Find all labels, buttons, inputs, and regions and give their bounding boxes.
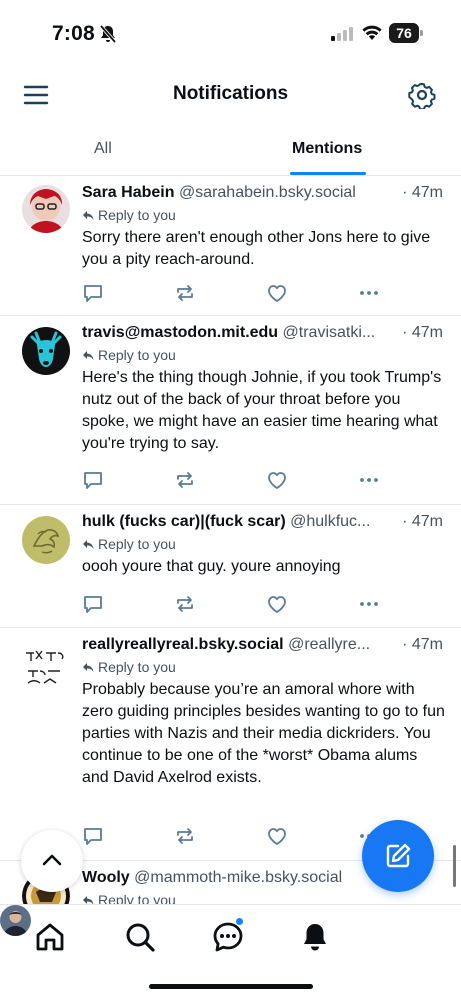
heart-icon[interactable]: [266, 825, 288, 847]
page-title: Notifications: [172, 83, 289, 104]
reply-arrow-icon: [83, 540, 94, 549]
heart-icon[interactable]: [266, 469, 288, 491]
post-timestamp: · 47m: [398, 511, 443, 533]
notifications-feed[interactable]: Sara Habein @sarahabein.bsky.social Repl…: [0, 177, 461, 904]
scrollbar[interactable]: [453, 845, 456, 887]
reply-arrow-icon: [83, 896, 94, 904]
reply-indicator: Reply to you: [82, 344, 448, 366]
avatar[interactable]: [22, 327, 70, 375]
reply-arrow-icon: [83, 351, 94, 360]
battery-tip: [420, 30, 423, 36]
scroll-to-top-button[interactable]: [21, 830, 83, 892]
reply-label: Reply to you: [98, 207, 176, 223]
chevron-up-icon: [42, 854, 62, 866]
post-actions: [82, 825, 382, 849]
status-bar: 7:08 76: [0, 0, 461, 68]
more-options-icon[interactable]: [358, 469, 380, 491]
avatar[interactable]: [22, 185, 70, 233]
reply-label: Reply to you: [98, 347, 176, 363]
post-actions: [82, 593, 382, 617]
reply-indicator: Reply to you: [82, 656, 448, 678]
hamburger-icon[interactable]: [22, 82, 50, 108]
post-body: hulk (fucks car)|(fuck scar) @hulkfuc...…: [82, 511, 448, 578]
post-time: 47m: [411, 636, 443, 653]
reply-arrow-icon: [83, 663, 94, 672]
home-indicator: [149, 984, 313, 989]
post-timestamp: · 47m: [398, 182, 443, 204]
reply-indicator: Reply to you: [82, 204, 448, 226]
author-name[interactable]: hulk (fucks car)|(fuck scar): [82, 513, 286, 530]
post-header: reallyreallyreal.bsky.social @reallyre..…: [82, 634, 448, 656]
compose-post-button[interactable]: [362, 820, 434, 892]
heart-icon[interactable]: [266, 593, 288, 615]
tab-all[interactable]: All: [94, 140, 112, 158]
more-options-icon[interactable]: [358, 593, 380, 615]
post-time: 47m: [411, 324, 443, 341]
bell-off-icon: [99, 24, 117, 44]
author-name[interactable]: reallyreallyreal.bsky.social: [82, 636, 284, 653]
search-icon[interactable]: [124, 921, 156, 953]
post-timestamp: · 47m: [398, 634, 443, 656]
heart-icon[interactable]: [266, 282, 288, 304]
author-name[interactable]: Wooly: [82, 869, 130, 886]
wifi-icon: [362, 25, 382, 40]
notification-item[interactable]: hulk (fucks car)|(fuck scar) @hulkfuc...…: [0, 506, 461, 628]
post-time: 47m: [411, 513, 443, 530]
gear-icon[interactable]: [408, 81, 436, 109]
reply-icon[interactable]: [82, 593, 104, 615]
reply-arrow-icon: [83, 211, 94, 220]
tab-bar: All Mentions: [0, 128, 461, 176]
battery-indicator: 76: [389, 23, 423, 43]
battery-level: 76: [389, 23, 419, 43]
post-actions: [82, 282, 382, 306]
author-name[interactable]: travis@mastodon.mit.edu: [82, 324, 278, 341]
post-header: Sara Habein @sarahabein.bsky.social: [82, 182, 448, 204]
reply-label: Reply to you: [98, 659, 176, 675]
profile-avatar[interactable]: [0, 905, 31, 936]
reply-label: Reply to you: [98, 892, 176, 904]
reply-label: Reply to you: [98, 536, 176, 552]
author-name[interactable]: Sara Habein: [82, 184, 174, 201]
repost-icon[interactable]: [174, 469, 196, 491]
home-icon[interactable]: [34, 921, 66, 953]
author-handle[interactable]: @mammoth-mike.bsky.social: [134, 869, 342, 886]
header: Notifications: [0, 72, 461, 118]
post-text: Probably because you’re an amoral whore …: [82, 681, 445, 786]
compose-icon: [386, 843, 411, 868]
bell-icon[interactable]: [299, 921, 331, 953]
post-actions: [82, 469, 382, 493]
author-handle[interactable]: @reallyre...: [288, 636, 370, 653]
post-body: reallyreallyreal.bsky.social @reallyre..…: [82, 634, 448, 789]
post-body: Sara Habein @sarahabein.bsky.social Repl…: [82, 182, 448, 271]
author-handle[interactable]: @sarahabein.bsky.social: [179, 184, 356, 201]
notification-item[interactable]: travis@mastodon.mit.edu @travisatki... R…: [0, 317, 461, 505]
status-time: 7:08: [52, 22, 95, 45]
post-header: hulk (fucks car)|(fuck scar) @hulkfuc...: [82, 511, 448, 533]
more-options-icon[interactable]: [358, 282, 380, 304]
tab-mentions[interactable]: Mentions: [292, 140, 362, 158]
unread-dot: [235, 917, 244, 926]
reply-icon[interactable]: [82, 282, 104, 304]
post-text: Here's the thing though Johnie, if you t…: [82, 369, 442, 452]
post-time: 47m: [411, 184, 443, 201]
reply-icon[interactable]: [82, 469, 104, 491]
author-handle[interactable]: @travisatki...: [283, 324, 376, 341]
post-body: travis@mastodon.mit.edu @travisatki... R…: [82, 322, 448, 455]
post-timestamp: · 47m: [398, 322, 443, 344]
post-header: travis@mastodon.mit.edu @travisatki...: [82, 322, 448, 344]
avatar[interactable]: [22, 516, 70, 564]
reply-indicator: Reply to you: [82, 533, 448, 555]
repost-icon[interactable]: [174, 282, 196, 304]
reply-icon[interactable]: [82, 825, 104, 847]
avatar[interactable]: [22, 641, 70, 689]
notification-item[interactable]: Sara Habein @sarahabein.bsky.social Repl…: [0, 177, 461, 316]
post-text: Sorry there aren't enough other Jons her…: [82, 229, 431, 268]
repost-icon[interactable]: [174, 593, 196, 615]
active-tab-indicator: [290, 172, 366, 175]
repost-icon[interactable]: [174, 825, 196, 847]
author-handle[interactable]: @hulkfuc...: [290, 513, 370, 530]
post-text: oooh youre that guy. youre annoying: [82, 558, 341, 575]
cell-signal-icon: [331, 27, 353, 41]
